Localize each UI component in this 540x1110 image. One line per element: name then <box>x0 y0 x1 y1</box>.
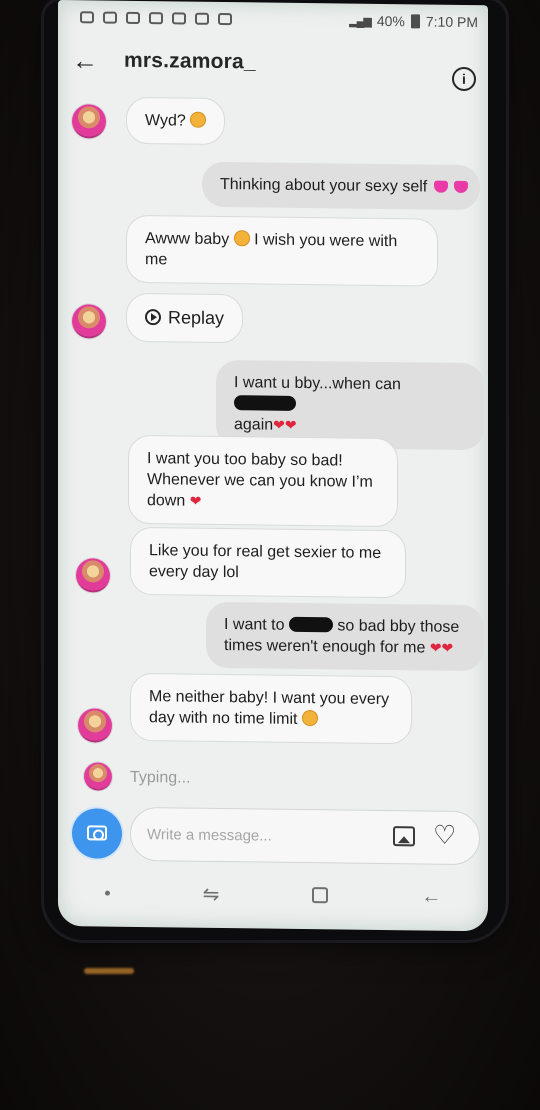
nav-back-icon[interactable]: ← <box>421 885 441 908</box>
message-text: Like you for real get sexier to me <box>149 542 382 562</box>
notification-icon <box>218 12 232 26</box>
camera-button[interactable] <box>72 808 122 859</box>
message-text: I want to <box>224 616 285 634</box>
gallery-icon[interactable] <box>393 826 415 847</box>
message-text: Whenever we can you know I’m <box>147 471 373 491</box>
system-nav-bar: ⇋ ← <box>58 872 488 917</box>
camera-icon <box>87 825 107 841</box>
message-bubble-outgoing[interactable]: I want to so bad bby those times weren't… <box>206 601 484 672</box>
message-text: day with no time limit <box>149 709 298 728</box>
avatar[interactable] <box>78 708 112 743</box>
replay-label: Replay <box>168 307 225 329</box>
pink-heart-emoji-icon <box>433 180 448 193</box>
replay-button[interactable]: Replay <box>126 292 244 344</box>
typing-indicator: Typing... <box>130 768 191 787</box>
nav-dot-icon[interactable] <box>104 890 110 896</box>
message-text: down <box>147 492 186 510</box>
message-bubble-incoming[interactable]: Wyd? <box>126 96 226 146</box>
signal-icon: ▂▄▆ <box>349 15 371 28</box>
message-bubble-incoming[interactable]: Me neither baby! I want you every day wi… <box>130 672 412 745</box>
notification-icon <box>126 11 140 25</box>
chat-title[interactable]: mrs.zamora_ <box>124 49 256 75</box>
heart-eyes-emoji-icon <box>301 709 318 727</box>
notification-icon <box>195 12 209 25</box>
message-text: times weren't enough for me <box>224 637 426 657</box>
message-bubble-incoming[interactable]: Like you for real get sexier to me every… <box>130 526 406 599</box>
chat-header: ← mrs.zamora_ i <box>58 34 488 92</box>
status-bar: ▂▄▆ 40% 7:10 PM <box>58 0 488 39</box>
notification-icons <box>80 11 232 26</box>
message-bubble-incoming[interactable]: Awww baby I wish you were with me <box>126 214 438 287</box>
phone-screen: ▂▄▆ 40% 7:10 PM ← mrs.zamora_ i Wyd? Thi… <box>58 0 488 932</box>
redaction-mark <box>234 395 296 411</box>
avatar[interactable] <box>76 558 110 593</box>
message-text: I wish you were with <box>254 231 398 251</box>
message-text: I want you too baby so bad! <box>147 450 343 470</box>
avatar[interactable] <box>72 104 106 139</box>
smile-emoji-icon <box>190 111 207 128</box>
light-reflection <box>84 968 134 974</box>
red-heart-emoji-icon: ❤❤ <box>429 639 454 656</box>
back-arrow-icon[interactable]: ← <box>72 45 108 75</box>
status-right: ▂▄▆ 40% 7:10 PM <box>349 12 478 31</box>
message-text: Awww baby <box>145 230 230 249</box>
message-input-container: ♡ <box>130 806 480 866</box>
clock: 7:10 PM <box>425 13 478 31</box>
avatar[interactable] <box>72 304 106 339</box>
battery-percent: 40% <box>376 12 405 30</box>
avatar <box>84 762 112 791</box>
pink-heart-emoji-icon <box>454 180 469 194</box>
notification-icon <box>103 11 117 24</box>
message-text: again <box>234 416 274 434</box>
recent-apps-icon[interactable]: ⇋ <box>203 881 220 906</box>
message-bubble-incoming[interactable]: I want you too baby so bad! Whenever we … <box>128 434 398 528</box>
notification-icon <box>172 12 186 25</box>
message-input[interactable] <box>147 823 387 849</box>
play-icon <box>145 309 161 326</box>
message-text: so bad bby those <box>337 617 460 636</box>
message-text: I want u bby...when can <box>234 374 401 394</box>
red-heart-emoji-icon: ❤❤ <box>273 416 297 433</box>
notification-icon <box>80 11 94 24</box>
message-composer: ♡ <box>72 806 480 867</box>
message-text: Me neither baby! I want you every <box>149 688 390 709</box>
message-bubble-outgoing[interactable]: Thinking about your sexy self <box>202 161 481 211</box>
heart-eyes-emoji-icon <box>233 230 250 247</box>
message-text: every day lol <box>149 563 239 582</box>
redaction-mark <box>288 616 333 633</box>
message-text: Thinking about your sexy self <box>220 175 428 196</box>
heart-icon[interactable]: ♡ <box>433 820 456 850</box>
info-icon[interactable]: i <box>452 66 476 92</box>
message-text: me <box>145 251 168 269</box>
battery-icon <box>410 14 420 29</box>
home-icon[interactable] <box>312 887 329 904</box>
notification-icon <box>149 12 163 25</box>
message-text: Wyd? <box>145 112 186 130</box>
red-heart-emoji-icon: ❤ <box>189 492 202 509</box>
